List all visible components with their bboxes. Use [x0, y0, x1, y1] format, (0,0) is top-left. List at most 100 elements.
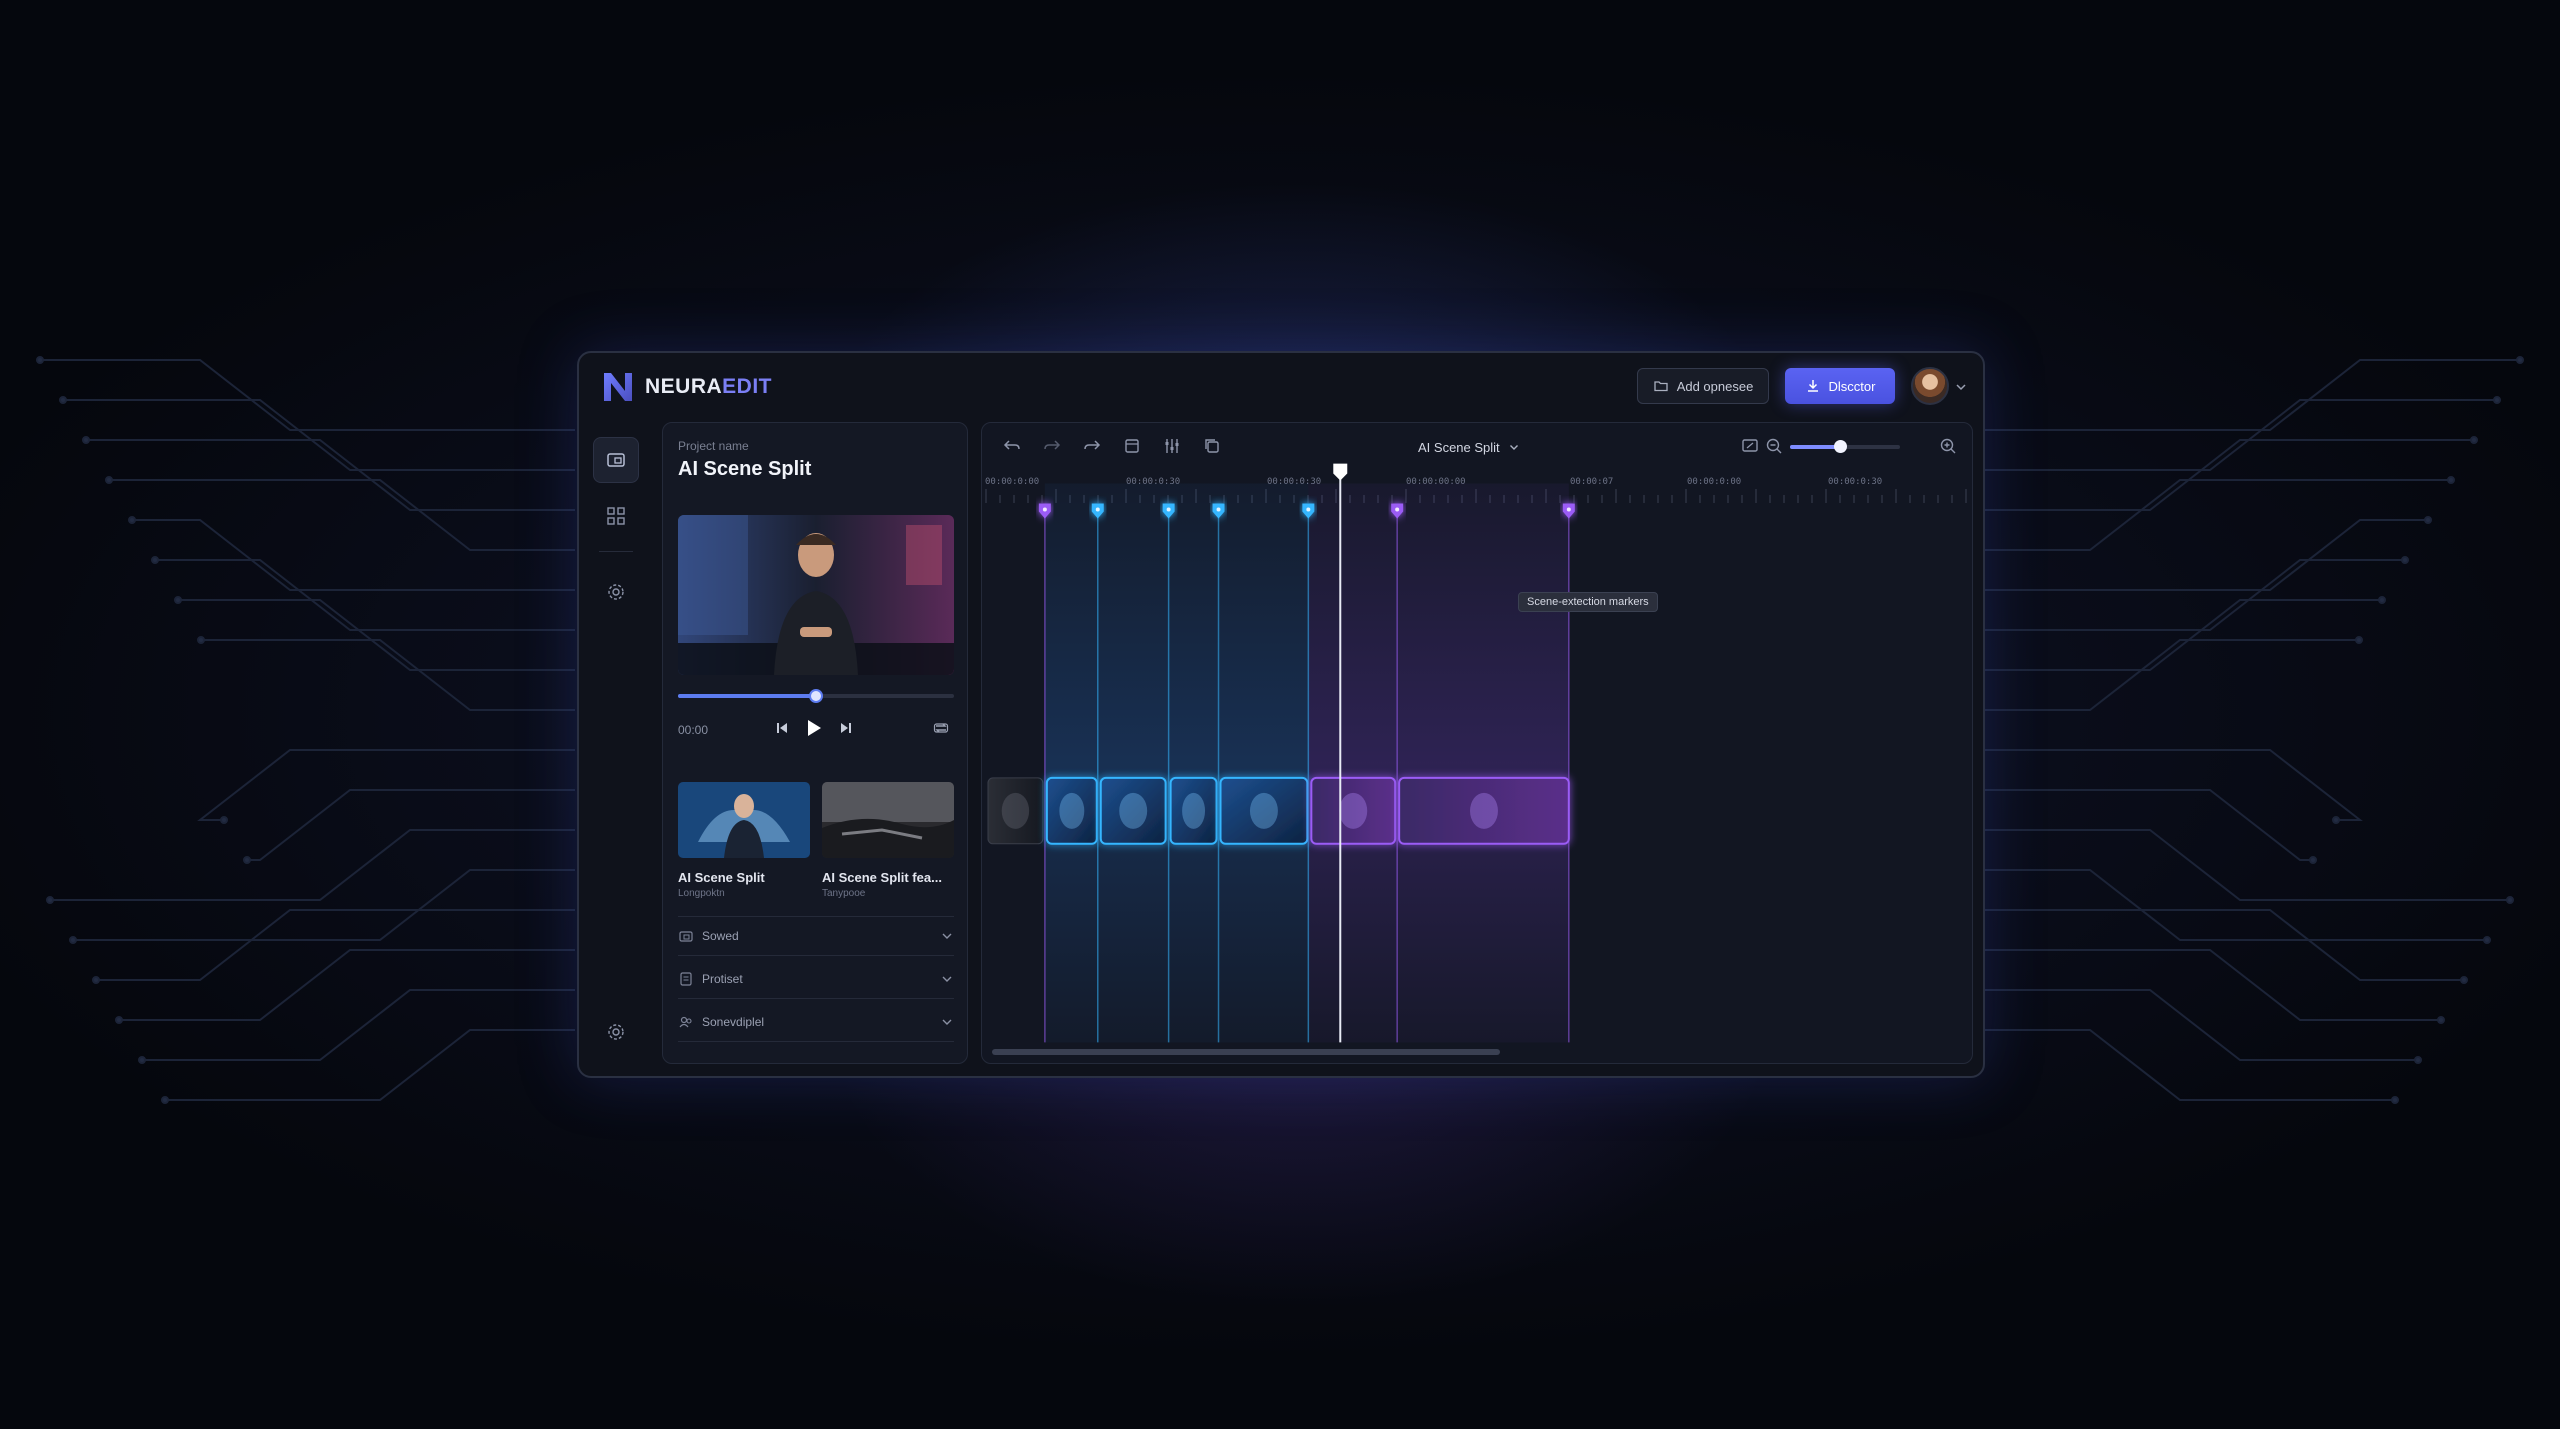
video-preview[interactable] — [678, 515, 954, 675]
clip-thumbnail-subject — [1249, 792, 1278, 829]
document-icon — [680, 971, 692, 986]
circuit-node — [2437, 1016, 2445, 1024]
circuit-line — [165, 1029, 575, 1101]
circuit-line — [1985, 399, 2497, 471]
circuit-node — [2470, 436, 2478, 444]
circuit-node — [2378, 596, 2386, 604]
circuit-node — [138, 1056, 146, 1064]
app-window: NEURAEDIT Add opnesee Dlscctor Project n… — [577, 351, 1985, 1078]
circuit-line — [50, 829, 575, 901]
circuit-line — [201, 639, 575, 711]
circuit-line — [119, 949, 575, 1021]
accordion-item-protiset[interactable]: Protiset — [678, 959, 954, 999]
media-thumbnail-2[interactable] — [822, 782, 954, 858]
circuit-node — [2332, 816, 2340, 824]
circuit-line — [247, 789, 575, 861]
timeline-clip[interactable] — [1310, 776, 1397, 845]
circuit-node — [2355, 636, 2363, 644]
current-time: 00:00 — [678, 723, 709, 737]
chevron-down-icon — [942, 976, 952, 982]
scene-marker-dot — [1095, 507, 1100, 512]
rail-media-button[interactable] — [593, 437, 639, 483]
circuit-node — [220, 816, 228, 824]
export-button[interactable]: Dlscctor — [1785, 368, 1895, 404]
settings-icon — [608, 584, 624, 600]
circuit-node — [161, 1096, 169, 1104]
grid-icon — [607, 507, 625, 525]
previous-button[interactable] — [770, 715, 794, 741]
circuit-node — [197, 636, 205, 644]
logo-mark-icon — [604, 373, 632, 401]
circuit-line — [40, 359, 575, 431]
circuit-node — [243, 856, 251, 864]
circuit-line — [197, 749, 575, 821]
rail-footer-settings-button[interactable] — [593, 1009, 639, 1055]
timeline-clip[interactable] — [1045, 776, 1098, 845]
scrubber-handle[interactable] — [809, 689, 823, 703]
circuit-node — [2460, 976, 2468, 984]
accordion-item-sonevdiplel[interactable]: Sonevdiplel — [678, 1002, 954, 1042]
chevron-down-icon[interactable] — [1954, 380, 1968, 394]
project-label: Project name — [678, 439, 749, 453]
circuit-line — [142, 989, 575, 1061]
circuit-line — [1985, 749, 2363, 821]
app-name: NEURAEDIT — [645, 375, 773, 398]
settings-icon — [608, 1024, 624, 1040]
clip-thumbnail-subject — [1339, 792, 1368, 829]
skip-forward-icon — [841, 723, 851, 733]
thumbnail-1-title: AI Scene Split — [678, 870, 765, 885]
playback-scrubber[interactable] — [678, 689, 954, 703]
loop-button[interactable] — [929, 715, 953, 741]
timeline-clip[interactable] — [1219, 776, 1309, 845]
clip-thumbnail-subject — [1182, 792, 1206, 829]
circuit-node — [2493, 396, 2501, 404]
folder-icon — [679, 931, 693, 942]
project-title[interactable]: AI Scene Split — [678, 458, 811, 481]
add-button[interactable]: Add opnesee — [1637, 368, 1769, 404]
purple-scene-glow — [1308, 483, 1569, 1043]
next-button[interactable] — [834, 715, 858, 741]
rail-settings-button[interactable] — [593, 569, 639, 615]
timeline-tracks[interactable] — [982, 423, 1972, 1064]
timeline-clip[interactable] — [1398, 776, 1570, 845]
media-thumbnail-1[interactable] — [678, 782, 810, 858]
circuit-node — [115, 1016, 123, 1024]
circuit-node — [69, 936, 77, 944]
scene-marker-dot — [1566, 507, 1571, 512]
circuit-node — [2424, 516, 2432, 524]
circuit-node — [2516, 356, 2524, 364]
blue-scene-glow — [1044, 483, 1309, 1043]
rail-grid-button[interactable] — [593, 493, 639, 539]
circuit-node — [2447, 476, 2455, 484]
timeline-scrollbar[interactable] — [992, 1049, 1500, 1055]
circuit-node — [174, 596, 182, 604]
app-logo[interactable]: NEURAEDIT — [601, 371, 772, 403]
top-bar: NEURAEDIT Add opnesee Dlscctor — [579, 353, 1983, 419]
circuit-line — [1985, 1029, 2395, 1101]
timeline-clip[interactable] — [1099, 776, 1167, 845]
accordion-item-sowed[interactable]: Sowed — [678, 916, 954, 956]
chevron-down-icon — [942, 933, 952, 939]
play-button[interactable] — [801, 715, 827, 741]
project-panel: Project name AI Scene Split 00:00 AI Sce… — [662, 422, 968, 1064]
timeline-panel: AI Scene Split 00:00:0:00 00:00:0:30 00:… — [981, 422, 1973, 1064]
rail-divider — [599, 551, 633, 552]
accordion-label: Sonevdiplel — [702, 1014, 765, 1029]
clip-thumbnail-subject — [1119, 792, 1148, 829]
clip-thumbnail-subject — [1001, 792, 1030, 829]
user-avatar[interactable] — [1911, 367, 1949, 405]
clip-thumbnail-subject — [1059, 792, 1085, 829]
scene-detection-tooltip: Scene-extection markers — [1518, 592, 1658, 612]
timeline-clip[interactable] — [987, 777, 1044, 845]
add-button-label: Add opnesee — [1676, 378, 1754, 394]
loop-icon — [933, 723, 949, 733]
accordion-label: Sowed — [702, 929, 739, 943]
circuit-line — [1985, 949, 2441, 1021]
playhead-handle[interactable] — [1333, 463, 1348, 481]
circuit-line — [1985, 439, 2474, 511]
circuit-line — [1985, 359, 2520, 431]
circuit-line — [155, 559, 575, 631]
timeline-clip[interactable] — [1169, 776, 1218, 845]
circuit-line — [1985, 989, 2418, 1061]
circuit-node — [46, 896, 54, 904]
